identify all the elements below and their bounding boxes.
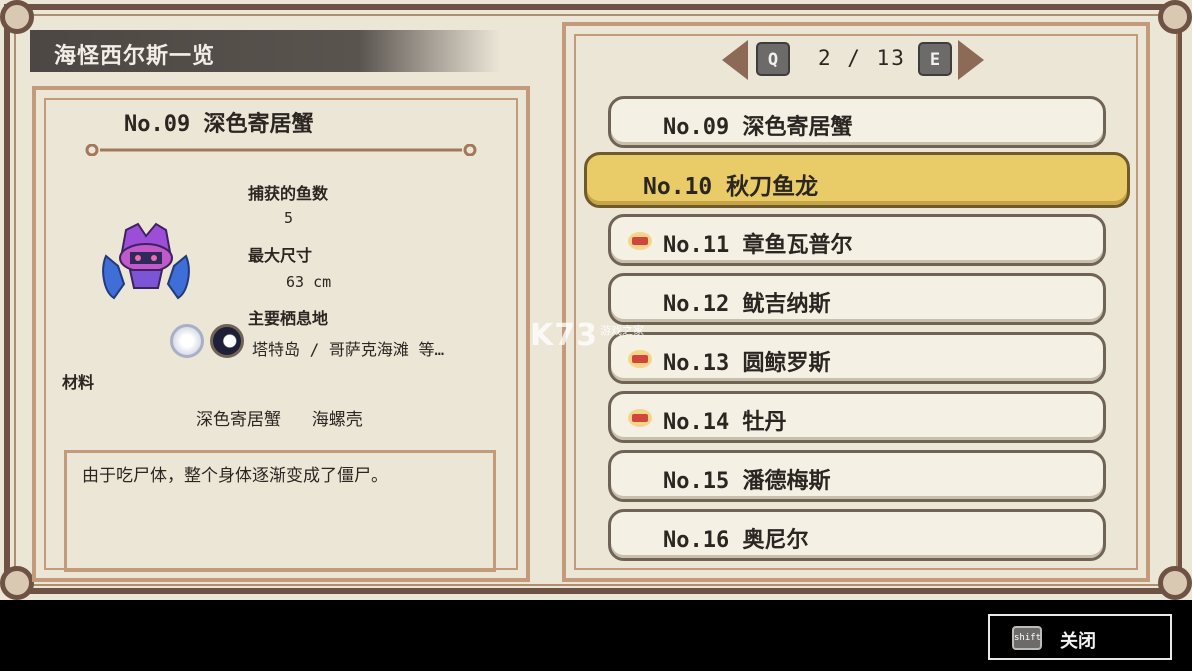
caught-count-label: 捕获的鱼数 (248, 184, 329, 203)
corner-ornament-bottom-right (1158, 566, 1192, 600)
new-badge-icon (628, 232, 652, 250)
list-item-label: No.10 秋刀鱼龙 (643, 174, 819, 200)
list-item[interactable]: No.14 牡丹 (608, 391, 1106, 443)
moon-white-icon (170, 324, 204, 358)
prev-page-arrow-icon[interactable] (722, 40, 748, 80)
list-item[interactable]: No.13 圆鲸罗斯 (608, 332, 1106, 384)
purple-crab-monster-icon (102, 222, 190, 300)
list-item-label: No.16 奥尼尔 (663, 528, 809, 553)
page-indicator: 2 / 13 (818, 46, 906, 70)
list-item[interactable]: No.12 鱿吉纳斯 (608, 273, 1106, 325)
watermark-subtext: 游戏之家 (600, 324, 644, 337)
close-button-label: 关闭 (1060, 631, 1096, 652)
materials-value: 深色寄居蟹 海螺壳 (196, 410, 363, 430)
materials-label: 材料 (62, 373, 95, 392)
prev-page-button[interactable]: Q (756, 42, 790, 76)
list-item[interactable]: No.16 奥尼尔 (608, 509, 1106, 561)
page-title: 海怪西尔斯一览 (54, 44, 216, 69)
detail-monster-name: No.09 深色寄居蟹 (124, 112, 314, 137)
watermark-logo: K73 (530, 318, 598, 353)
moon-dark-icon (210, 324, 244, 358)
bestiary-panel: 海怪西尔斯一览 No.09 深色寄居蟹 捕获的鱼数 5 最大尺寸 63 cm 主… (0, 0, 1192, 600)
habitat-value: 塔特岛 / 哥萨克海滩 等… (252, 340, 445, 359)
list-item-label: No.12 鱿吉纳斯 (663, 292, 831, 317)
list-item-selected[interactable]: No.10 秋刀鱼龙 (584, 152, 1130, 208)
list-item[interactable]: No.11 章鱼瓦普尔 (608, 214, 1106, 266)
max-size-label: 最大尺寸 (248, 246, 313, 265)
shift-key-icon: shift (1012, 626, 1042, 650)
divider-ornament (85, 144, 477, 156)
list-item[interactable]: No.15 潘德梅斯 (608, 450, 1106, 502)
new-badge-icon (628, 409, 652, 427)
list-item-label: No.14 牡丹 (663, 410, 787, 435)
max-size-value: 63 cm (286, 273, 332, 291)
corner-ornament-bottom-left (0, 566, 34, 600)
next-page-arrow-icon[interactable] (958, 40, 984, 80)
corner-ornament-top-left (0, 0, 34, 34)
list-item[interactable]: No.09 深色寄居蟹 (608, 96, 1106, 148)
list-item-label: No.13 圆鲸罗斯 (663, 351, 831, 376)
new-badge-icon (628, 350, 652, 368)
caught-count-value: 5 (284, 209, 294, 227)
description-text: 由于吃尸体，整个身体逐渐变成了僵尸。 (82, 466, 388, 486)
corner-ornament-top-right (1158, 0, 1192, 34)
close-button[interactable]: shift 关闭 (988, 614, 1172, 660)
title-bar: 海怪西尔斯一览 (30, 30, 500, 72)
next-page-button[interactable]: E (918, 42, 952, 76)
list-item-label: No.09 深色寄居蟹 (663, 115, 853, 140)
list-item-label: No.15 潘德梅斯 (663, 469, 831, 494)
list-item-label: No.11 章鱼瓦普尔 (663, 233, 853, 258)
habitat-label: 主要栖息地 (248, 309, 329, 328)
